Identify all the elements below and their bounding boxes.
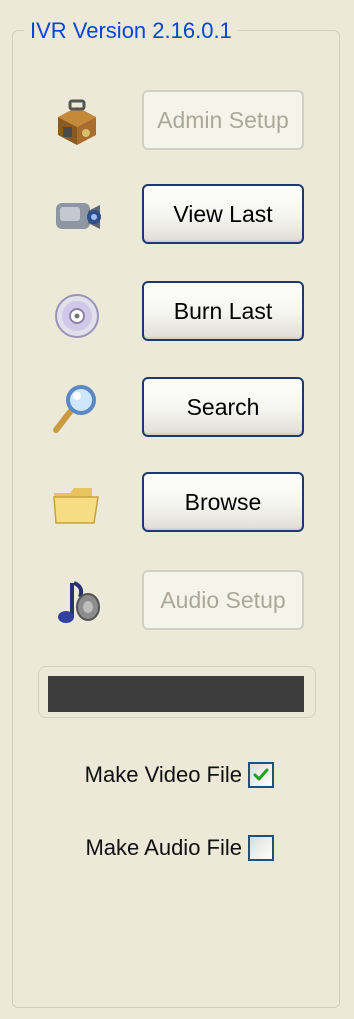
cd-disc-icon <box>50 286 104 340</box>
progress-bar <box>48 676 304 712</box>
browse-row: Browse <box>0 472 354 534</box>
make-audio-file-label: Make Audio File <box>85 835 242 860</box>
folder-icon <box>50 477 104 531</box>
video-camera-icon <box>50 189 104 243</box>
burn-last-button[interactable]: Burn Last <box>142 281 304 341</box>
audio-setup-button[interactable]: Audio Setup <box>142 570 304 630</box>
admin-setup-row: Admin Setup <box>0 90 354 152</box>
checkmark-icon <box>253 768 269 781</box>
magnifier-icon <box>50 382 104 436</box>
make-audio-file-row: Make Audio File <box>85 833 274 863</box>
group-title: IVR Version 2.16.0.1 <box>24 18 238 44</box>
burn-last-row: Burn Last <box>0 281 354 343</box>
toolbox-icon <box>50 95 104 149</box>
make-video-file-label: Make Video File <box>84 762 242 787</box>
audio-setup-row: Audio Setup <box>0 570 354 632</box>
browse-button[interactable]: Browse <box>142 472 304 532</box>
make-video-file-checkbox[interactable] <box>248 762 274 788</box>
admin-setup-button[interactable]: Admin Setup <box>142 90 304 150</box>
search-row: Search <box>0 377 354 439</box>
search-button[interactable]: Search <box>142 377 304 437</box>
make-audio-file-checkbox[interactable] <box>248 835 274 861</box>
view-last-button[interactable]: View Last <box>142 184 304 244</box>
make-video-file-row: Make Video File <box>85 760 274 790</box>
music-speaker-icon <box>50 575 104 629</box>
view-last-row: View Last <box>0 184 354 246</box>
